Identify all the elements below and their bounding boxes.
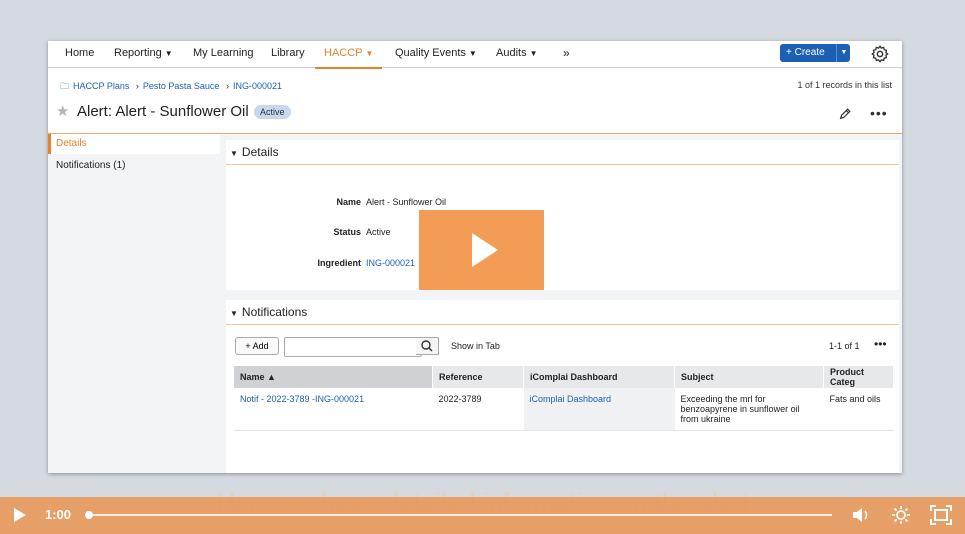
breadcrumb-ingredient[interactable]: ING-000021 [233, 81, 282, 91]
caret-down-icon: ▼ [230, 309, 238, 318]
video-play-button[interactable] [419, 210, 544, 290]
play-icon [472, 233, 498, 267]
star-icon[interactable]: ★ [56, 102, 69, 120]
cell-subject: Exceeding the mrl for benzoapyrene in su… [674, 388, 824, 431]
folder-icon: 🗀 [60, 81, 70, 91]
video-progress-track[interactable] [85, 511, 832, 519]
progress-handle[interactable] [85, 511, 93, 519]
caret-down-icon: ▼ [468, 49, 477, 58]
caret-down-icon: ▼ [529, 49, 538, 58]
column-header-subject[interactable]: Subject [674, 366, 824, 388]
nav-audits[interactable]: Audits ▼ [496, 41, 538, 67]
breadcrumb-haccp-plans[interactable]: HACCP Plans [73, 81, 129, 91]
cell-reference: 2022-3789 [432, 388, 524, 431]
top-nav: Home Reporting ▼ My Learning Library HACC… [48, 41, 902, 69]
create-label: + Create [786, 47, 825, 58]
pager-text: 1-1 of 1 [829, 341, 860, 351]
column-header-product-category[interactable]: Product Categ [823, 366, 894, 388]
notifications-heading: Notifications [241, 305, 308, 319]
nav-reporting[interactable]: Reporting ▼ [114, 41, 173, 67]
table-more-icon[interactable]: ••• [874, 337, 887, 351]
field-label-status: Status [333, 227, 361, 237]
nav-reporting-label: Reporting [114, 47, 162, 59]
video-control-bar: 1:00 [0, 497, 965, 534]
more-menu-icon[interactable]: » [563, 41, 570, 67]
video-time: 1:00 [45, 507, 72, 522]
cell-product-category: Fats and oils [823, 388, 894, 431]
create-dropdown-icon[interactable]: ▼ [836, 44, 851, 62]
notifications-panel: ▼ Notifications + Add Show in Tab 1-1 of … [226, 300, 899, 473]
create-button[interactable]: + Create ▼ [780, 44, 850, 62]
search-button[interactable] [416, 337, 439, 355]
cell-notification-name-link[interactable]: Notif - 2022-3789 -ING-000021 [234, 388, 433, 431]
details-heading: Details [241, 145, 279, 159]
field-value-status: Active [366, 227, 391, 237]
field-value-ingredient-link[interactable]: ING-000021 [366, 258, 415, 268]
show-in-tab-link[interactable]: Show in Tab [451, 341, 500, 351]
sidebar: Details Notifications (1) [48, 134, 220, 473]
nav-library[interactable]: Library [271, 41, 305, 67]
page-title: Alert: Alert - Sunflower Oil [77, 103, 249, 120]
details-panel: ▼ Details Name Alert - Sunflower Oil Stat… [226, 140, 899, 290]
sidebar-item-details[interactable]: Details [48, 134, 220, 154]
fullscreen-icon[interactable] [930, 505, 952, 525]
nav-haccp-label: HACCP [324, 47, 363, 59]
breadcrumb: 🗀 HACCP Plans › Pesto Pasta Sauce › ING-000… [60, 79, 286, 95]
nav-audits-label: Audits [496, 47, 527, 59]
search-input[interactable] [284, 337, 422, 357]
nav-my-learning[interactable]: My Learning [193, 41, 254, 67]
breadcrumb-pesto[interactable]: Pesto Pasta Sauce [143, 81, 220, 91]
chevron-right-icon: › [225, 81, 229, 91]
settings-sun-icon[interactable] [891, 505, 911, 525]
add-notification-button[interactable]: + Add [235, 337, 279, 355]
records-count: 1 of 1 records in this list [797, 80, 892, 90]
notifications-table: Name ▲ Reference iComplai Dashboard Subj… [234, 366, 894, 431]
field-value-name: Alert - Sunflower Oil [366, 197, 447, 207]
table-row: Notif - 2022-3789 -ING-000021 2022-3789 … [234, 388, 894, 431]
details-section-header[interactable]: ▼ Details [226, 140, 899, 165]
table-header-row: Name ▲ Reference iComplai Dashboard Subj… [234, 366, 894, 388]
status-badge: Active [254, 105, 291, 119]
column-header-dashboard[interactable]: iComplai Dashboard [523, 366, 675, 388]
cell-dashboard-link[interactable]: iComplai Dashboard [523, 388, 675, 431]
field-label-name: Name [336, 197, 361, 207]
more-actions-icon[interactable]: ••• [870, 105, 888, 121]
field-label-ingredient: Ingredient [317, 258, 361, 268]
nav-haccp[interactable]: HACCP ▼ [315, 41, 383, 69]
nav-quality-events[interactable]: Quality Events ▼ [395, 41, 477, 67]
edit-pencil-icon[interactable] [838, 107, 852, 121]
volume-icon[interactable] [851, 506, 871, 524]
column-header-name[interactable]: Name ▲ [234, 366, 433, 388]
chevron-right-icon: › [135, 81, 139, 91]
caret-down-icon: ▼ [230, 149, 238, 158]
sidebar-item-notifications[interactable]: Notifications (1) [48, 156, 220, 176]
main-content: ▼ Details Name Alert - Sunflower Oil Stat… [220, 134, 902, 473]
play-icon[interactable] [14, 508, 26, 522]
caret-down-icon: ▼ [164, 49, 173, 58]
gear-icon[interactable] [870, 44, 890, 64]
nav-quality-events-label: Quality Events [395, 47, 466, 59]
column-header-reference[interactable]: Reference [432, 366, 524, 388]
search-icon [421, 340, 433, 352]
nav-home[interactable]: Home [65, 41, 94, 67]
notifications-section-header[interactable]: ▼ Notifications [226, 300, 899, 325]
caret-down-icon: ▼ [365, 49, 374, 58]
